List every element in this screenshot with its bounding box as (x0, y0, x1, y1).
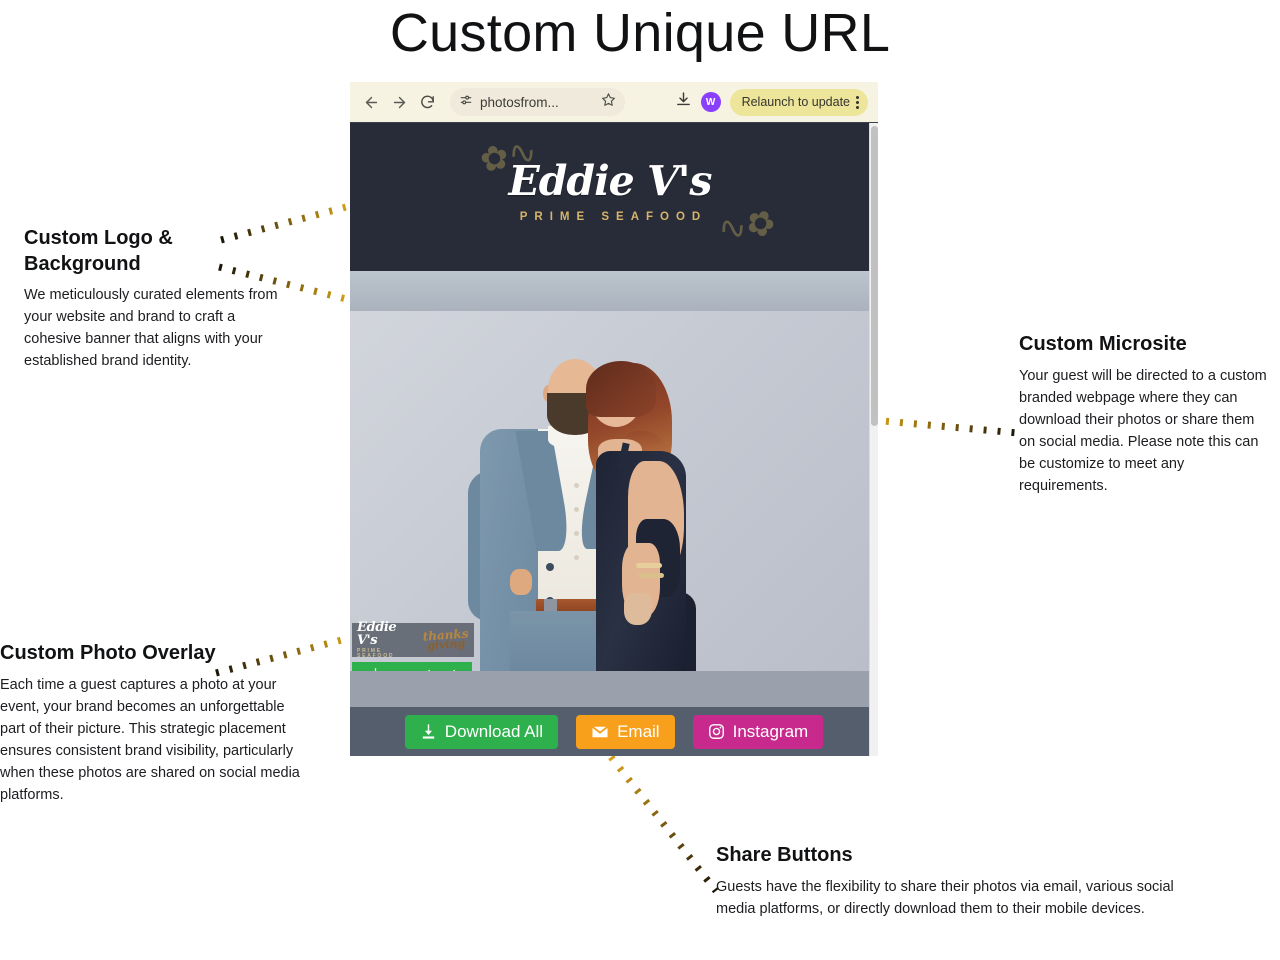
photo-figure-part (586, 361, 656, 417)
photo-figure-part (638, 573, 664, 578)
connector-share (608, 754, 719, 894)
download-single-label: Download (389, 668, 456, 671)
banner-gap-band (350, 271, 870, 311)
photo-figure-part (574, 483, 579, 488)
photo-figure-part (574, 531, 579, 536)
overlay-logo-subtitle: PRIME SEAFOOD (357, 648, 395, 659)
arrow-right-icon[interactable] (386, 89, 412, 115)
browser-toolbar: photosfrom... W Relaunch to update (350, 82, 878, 123)
connector-microsite (871, 416, 1019, 437)
address-bar-text: photosfrom... (480, 94, 559, 110)
email-label: Email (617, 721, 660, 741)
scrollbar-thumb[interactable] (871, 126, 878, 426)
reload-icon[interactable] (414, 89, 440, 115)
photo-figure-part (574, 555, 579, 560)
browser-window: photosfrom... W Relaunch to update ✿∿ ✿∿… (350, 82, 878, 756)
email-button[interactable]: Email (576, 714, 675, 749)
brand-logo-subtitle: PRIME SEAFOOD (519, 211, 708, 223)
annotation-logo-body: We meticulously curated elements from yo… (24, 287, 278, 370)
annotation-photo-body: Each time a guest captures a photo at yo… (0, 676, 300, 803)
guest-photo[interactable]: Eddie V's PRIME SEAFOOD thanks giving Do… (350, 311, 870, 671)
brand-logo-script: Eddie V's (508, 157, 713, 205)
instagram-icon (708, 723, 725, 740)
kebab-menu-icon[interactable] (856, 95, 859, 109)
overlay-logo-script: Eddie V's (357, 620, 397, 648)
photo-figure-part (510, 569, 532, 595)
page-scrollbar[interactable] (869, 123, 878, 756)
address-bar[interactable]: photosfrom... (450, 88, 625, 116)
photo-figure-part (636, 563, 662, 568)
share-action-bar: Download All Email Instagram (350, 707, 878, 756)
download-all-button[interactable]: Download All (404, 714, 559, 749)
relaunch-to-update-button[interactable]: Relaunch to update (729, 88, 868, 116)
annotation-share-heading: Share Buttons (716, 844, 853, 866)
download-icon (420, 723, 437, 740)
overlay-event-script: thanks giving (422, 626, 470, 653)
annotation-microsite-heading: Custom Microsite (1019, 333, 1187, 355)
star-icon[interactable] (601, 92, 616, 112)
tune-icon[interactable] (459, 93, 473, 112)
annotation-custom-logo: Custom Logo & Background We meticulously… (24, 226, 289, 372)
annotation-photo-overlay: Custom Photo Overlay Each time a guest c… (0, 641, 312, 806)
brand-logo: Eddie V's PRIME SEAFOOD (350, 157, 870, 224)
site-banner: ✿∿ ✿∿ Eddie V's PRIME SEAFOOD (350, 123, 870, 271)
arrow-left-icon[interactable] (358, 89, 384, 115)
relaunch-label: Relaunch to update (741, 95, 850, 109)
annotation-microsite-body: Your guest will be directed to a custom … (1019, 367, 1267, 494)
photo-figure-part (546, 563, 554, 571)
slide-canvas: Custom Unique URL photosfrom... W Relaun… (0, 0, 1280, 960)
download-single-button[interactable]: Download (352, 662, 472, 671)
instagram-label: Instagram (732, 721, 809, 741)
overlay-event-line2: giving (426, 636, 466, 653)
photo-brand-overlay: Eddie V's PRIME SEAFOOD thanks giving (352, 620, 474, 659)
download-icon (368, 667, 383, 671)
page-title: Custom Unique URL (389, 3, 891, 63)
photo-figure-part (624, 593, 652, 625)
download-all-label: Download All (444, 721, 544, 741)
annotation-microsite: Custom Microsite Your guest will be dire… (1019, 332, 1267, 497)
annotation-photo-heading: Custom Photo Overlay (0, 642, 216, 664)
annotation-share-buttons: Share Buttons Guests have the flexibilit… (716, 843, 1184, 920)
annotation-share-body: Guests have the flexibility to share the… (716, 878, 1174, 917)
download-tray-icon[interactable] (675, 91, 692, 113)
instagram-button[interactable]: Instagram (692, 714, 824, 749)
photo-figure-part (574, 507, 579, 512)
annotation-logo-heading: Custom Logo & Background (24, 227, 173, 275)
microsite-content: ✿∿ ✿∿ Eddie V's PRIME SEAFOOD Eddie V's … (350, 123, 878, 756)
photo-footer-band (350, 671, 870, 707)
envelope-icon (591, 723, 609, 741)
profile-avatar[interactable]: W (700, 92, 721, 112)
